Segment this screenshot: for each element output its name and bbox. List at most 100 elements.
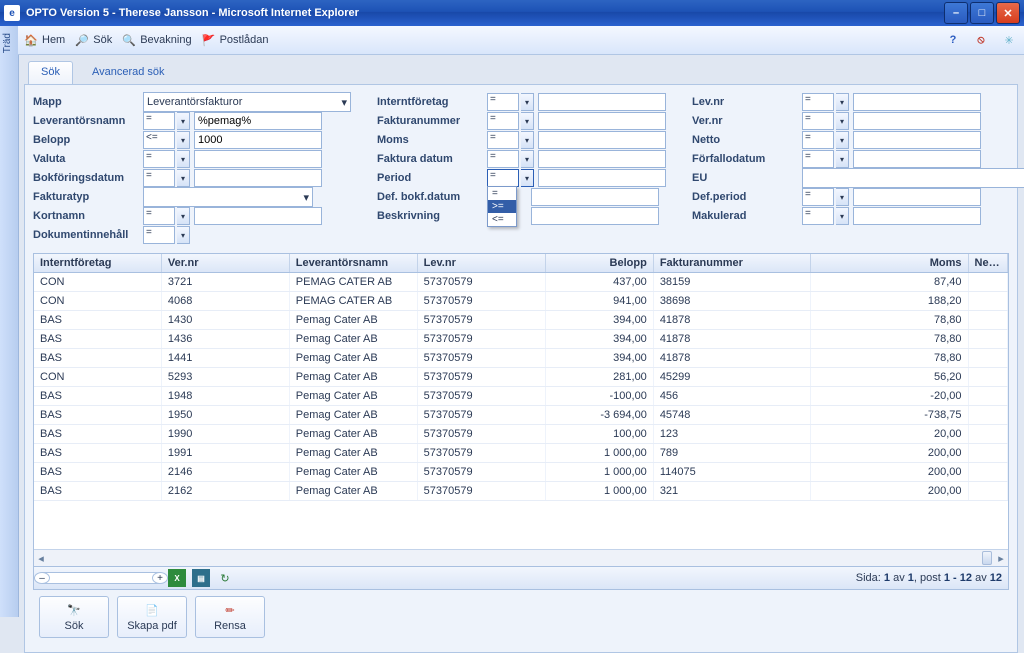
sok-button[interactable]: 🔭 Sök (39, 596, 109, 638)
opdrop-dokumentinnehall[interactable]: ▾ (177, 226, 190, 244)
export-data-button[interactable]: ▤ (192, 569, 210, 587)
table-row[interactable]: BAS1950Pemag Cater AB57370579-3 694,0045… (34, 406, 1008, 425)
window-close-button[interactable]: ✕ (996, 2, 1020, 24)
opdrop-fakturanummer[interactable]: ▾ (521, 112, 534, 130)
scroll-left-icon[interactable]: ◂ (34, 552, 48, 565)
input-fakturanummer[interactable] (538, 112, 666, 130)
row-size-slider[interactable]: – + (40, 572, 162, 584)
table-row[interactable]: BAS1430Pemag Cater AB57370579394,0041878… (34, 311, 1008, 330)
plus-icon[interactable]: + (152, 572, 168, 584)
input-belopp[interactable] (194, 131, 322, 149)
op-bokforingsdatum[interactable]: = (143, 169, 175, 187)
col-levnr[interactable]: Lev.nr (418, 254, 546, 272)
settings-button[interactable]: ✳ (1000, 31, 1018, 49)
input-fakturadatum[interactable] (538, 150, 666, 168)
op-period[interactable]: = (487, 169, 519, 187)
input-levnr[interactable] (853, 93, 981, 111)
toolbar-home[interactable]: 🏠 Hem (24, 33, 65, 47)
opdrop-valuta[interactable]: ▾ (177, 150, 190, 168)
op-belopp[interactable]: <= (143, 131, 175, 149)
op-dokumentinnehall[interactable]: = (143, 226, 175, 244)
toolbar-watch[interactable]: 🔍 Bevakning (122, 33, 191, 47)
input-defbokfdatum[interactable] (531, 188, 659, 206)
skapa-pdf-button[interactable]: 📄 Skapa pdf (117, 596, 187, 638)
op-interntforetag[interactable]: = (487, 93, 519, 111)
table-row[interactable]: BAS1990Pemag Cater AB57370579100,0012320… (34, 425, 1008, 444)
toolbar-mailbox[interactable]: 🚩 Postlådan (202, 33, 269, 47)
table-row[interactable]: BAS2162Pemag Cater AB573705791 000,00321… (34, 482, 1008, 501)
rensa-button[interactable]: ✏ Rensa (195, 596, 265, 638)
op-period-option-gte[interactable]: >= (488, 200, 516, 213)
opdrop-fakturadatum[interactable]: ▾ (521, 150, 534, 168)
input-makulerad[interactable] (853, 207, 981, 225)
window-maximize-button[interactable]: □ (970, 2, 994, 24)
refresh-button[interactable]: ↻ (216, 569, 234, 587)
sidebar-handle[interactable]: Träd (0, 26, 19, 617)
op-leverantorsnamn[interactable]: = (143, 112, 175, 130)
op-netto[interactable]: = (802, 131, 834, 149)
export-excel-button[interactable]: X (168, 569, 186, 587)
opdrop-bokforingsdatum[interactable]: ▾ (177, 169, 190, 187)
col-fakturanummer[interactable]: Fakturanummer (654, 254, 811, 272)
opdrop-vernr[interactable]: ▾ (836, 112, 849, 130)
input-beskrivning[interactable] (531, 207, 659, 225)
scroll-thumb[interactable] (982, 551, 992, 565)
op-fakturadatum[interactable]: = (487, 150, 519, 168)
op-valuta[interactable]: = (143, 150, 175, 168)
mapp-select[interactable]: Leverantörsfakturor▾ (143, 92, 351, 112)
toolbar-search[interactable]: 🔎 Sök (75, 33, 112, 47)
op-period-dropdown[interactable]: = >= <= (487, 186, 517, 227)
opdrop-leverantorsnamn[interactable]: ▾ (177, 112, 190, 130)
opdrop-period[interactable]: ▾ (521, 169, 534, 187)
input-kortnamn[interactable] (194, 207, 322, 225)
op-fakturanummer[interactable]: = (487, 112, 519, 130)
opdrop-defperiod[interactable]: ▾ (836, 188, 849, 206)
table-row[interactable]: CON4068PEMAG CATER AB57370579941,0038698… (34, 292, 1008, 311)
tab-avancerad-sok[interactable]: Avancerad sök (79, 61, 178, 84)
window-minimize-button[interactable]: – (944, 2, 968, 24)
scroll-right-icon[interactable]: ▸ (994, 552, 1008, 565)
op-vernr[interactable]: = (802, 112, 834, 130)
input-bokforingsdatum[interactable] (194, 169, 322, 187)
minus-icon[interactable]: – (34, 572, 50, 584)
table-row[interactable]: BAS1948Pemag Cater AB57370579-100,00456-… (34, 387, 1008, 406)
input-leverantorsnamn[interactable] (194, 112, 322, 130)
opdrop-levnr[interactable]: ▾ (836, 93, 849, 111)
opdrop-belopp[interactable]: ▾ (177, 131, 190, 149)
table-row[interactable]: BAS1441Pemag Cater AB57370579394,0041878… (34, 349, 1008, 368)
input-interntforetag[interactable] (538, 93, 666, 111)
opdrop-netto[interactable]: ▾ (836, 131, 849, 149)
help-button[interactable]: ? (944, 31, 962, 49)
input-forfallodatum[interactable] (853, 150, 981, 168)
tab-sok[interactable]: Sök (28, 61, 73, 84)
col-netto[interactable]: Netto (969, 254, 1009, 272)
table-row[interactable]: BAS1991Pemag Cater AB573705791 000,00789… (34, 444, 1008, 463)
op-kortnamn[interactable]: = (143, 207, 175, 225)
opdrop-forfallodatum[interactable]: ▾ (836, 150, 849, 168)
opdrop-moms[interactable]: ▾ (521, 131, 534, 149)
input-moms[interactable] (538, 131, 666, 149)
col-vernr[interactable]: Ver.nr (162, 254, 290, 272)
op-forfallodatum[interactable]: = (802, 150, 834, 168)
input-netto[interactable] (853, 131, 981, 149)
col-moms[interactable]: Moms (811, 254, 968, 272)
input-period[interactable] (538, 169, 666, 187)
opdrop-interntforetag[interactable]: ▾ (521, 93, 534, 111)
op-defperiod[interactable]: = (802, 188, 834, 206)
op-period-option-lte[interactable]: <= (488, 213, 516, 226)
op-period-option-eq[interactable]: = (488, 187, 516, 200)
input-vernr[interactable] (853, 112, 981, 130)
table-row[interactable]: BAS2146Pemag Cater AB573705791 000,00114… (34, 463, 1008, 482)
eu-select[interactable]: ▾ (802, 168, 1024, 188)
col-interntforetag[interactable]: Interntföretag (34, 254, 162, 272)
table-row[interactable]: BAS1436Pemag Cater AB57370579394,0041878… (34, 330, 1008, 349)
input-defperiod[interactable] (853, 188, 981, 206)
op-makulerad[interactable]: = (802, 207, 834, 225)
opdrop-kortnamn[interactable]: ▾ (177, 207, 190, 225)
opdrop-makulerad[interactable]: ▾ (836, 207, 849, 225)
op-levnr[interactable]: = (802, 93, 834, 111)
input-valuta[interactable] (194, 150, 322, 168)
fakturatyp-select[interactable]: ▾ (143, 187, 313, 207)
grid-hscroll[interactable]: ◂ ▸ (34, 549, 1008, 566)
table-row[interactable]: CON5293Pemag Cater AB57370579281,0045299… (34, 368, 1008, 387)
